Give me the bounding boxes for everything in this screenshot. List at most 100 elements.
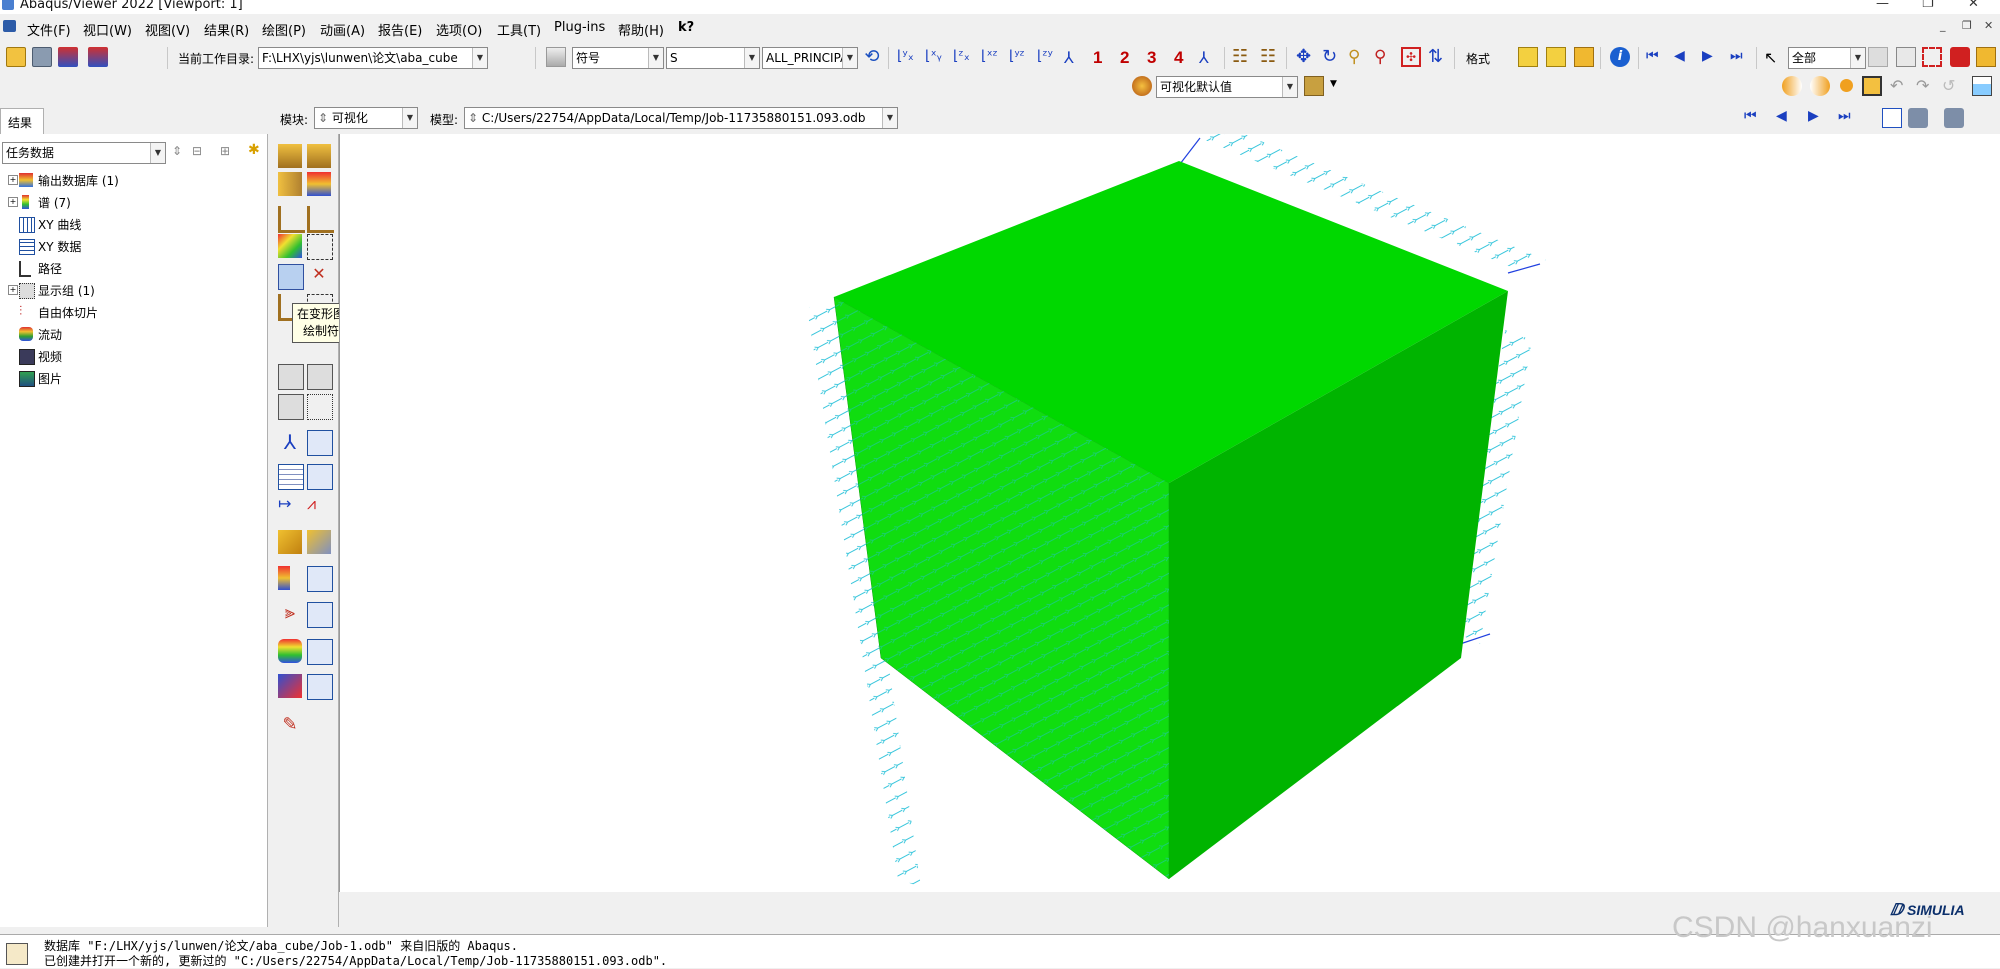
undo-icon[interactable]: ↶ <box>1890 76 1910 96</box>
expand-icon[interactable]: + <box>8 285 18 295</box>
overlay-2-icon[interactable] <box>1810 76 1830 96</box>
symbol-options-icon[interactable] <box>307 234 333 260</box>
model-combo[interactable]: ⇕ C:/Users/22754/AppData/Local/Temp/Job-… <box>464 107 898 129</box>
view-xy-icon[interactable]: ⌊ʸₓ <box>897 48 917 68</box>
plot-symbols-undeformed-icon[interactable] <box>307 206 334 233</box>
field-output-icon[interactable] <box>546 47 566 67</box>
module-combo[interactable]: ⇕ 可视化 ▼ <box>314 107 418 129</box>
open-icon[interactable] <box>6 47 26 67</box>
animation-options-icon[interactable] <box>307 394 333 420</box>
render-style-1-icon[interactable] <box>1518 47 1538 67</box>
plot-contours-undeformed-icon[interactable] <box>278 172 302 196</box>
print-icon[interactable] <box>32 47 52 67</box>
plot-contours-deformed-icon[interactable] <box>307 172 331 196</box>
object-display-icon[interactable] <box>1304 76 1324 96</box>
stream-create-icon[interactable]: ⫸ <box>278 602 302 626</box>
ctx-last-frame-icon[interactable]: ⏭ <box>1838 108 1858 128</box>
mdi-restore-icon[interactable]: ❐ <box>1962 19 1972 32</box>
view-1-button[interactable]: 1 <box>1093 48 1102 68</box>
filter-icon[interactable]: ⊞ <box>220 144 230 158</box>
plot-undeformed-icon[interactable] <box>278 144 302 168</box>
cancel-icon[interactable]: ↺ <box>1942 76 1962 96</box>
mdi-minimize-icon[interactable]: _ <box>1940 19 1946 32</box>
menu-result[interactable]: 结果(R) <box>204 20 249 39</box>
chevron-down-icon[interactable]: ▼ <box>882 108 897 128</box>
view-cut-icon[interactable]: ⅄ <box>278 430 302 454</box>
menu-view[interactable]: 视图(V) <box>145 20 190 39</box>
display-all-combo[interactable]: 全部 ▼ <box>1788 47 1866 69</box>
animate-time-icon[interactable] <box>278 394 304 420</box>
ladder-icon[interactable]: ☷ <box>1232 48 1252 68</box>
close-icon[interactable]: ✕ <box>1968 0 1979 11</box>
workdir-combo[interactable]: F:\LHX\yjs\lunwen\论文\aba_cube ▼ <box>258 47 488 69</box>
transform-icon[interactable] <box>278 674 302 698</box>
stream-tube-manager-icon[interactable] <box>307 639 333 665</box>
view-iso-icon[interactable]: ⅄ <box>1064 48 1084 68</box>
path-create-icon[interactable]: ↦ <box>278 494 302 518</box>
viewport-canvas[interactable] <box>339 124 2000 892</box>
pan-icon[interactable]: ✥ <box>1296 47 1316 67</box>
menu-file[interactable]: 文件(F) <box>27 20 71 39</box>
viewport-tile-icon[interactable] <box>1882 108 1902 128</box>
stream-tube-icon[interactable] <box>278 639 302 663</box>
view-zx-icon[interactable]: ⌊ᶻₓ <box>953 48 973 68</box>
transform-manager-icon[interactable] <box>307 674 333 700</box>
menu-help[interactable]: 帮助(H) <box>618 20 664 39</box>
viz-defaults-combo[interactable]: 可视化默认值 ▼ <box>1156 76 1298 98</box>
render-style-2-icon[interactable] <box>1546 47 1566 67</box>
first-frame-icon[interactable]: ⏮ <box>1646 48 1666 68</box>
menu-viewport[interactable]: 视口(W) <box>83 20 132 39</box>
view-3-button[interactable]: 3 <box>1147 48 1156 68</box>
path-manager-icon[interactable]: ⩘ <box>307 494 331 518</box>
redo-icon[interactable]: ↷ <box>1916 76 1936 96</box>
chevron-down-icon[interactable]: ▼ <box>648 48 663 68</box>
animate-harmonic-icon[interactable] <box>307 364 333 390</box>
plot-contours-both-icon[interactable] <box>278 206 305 233</box>
replace-icon[interactable] <box>1922 47 1942 67</box>
free-body-manager-icon[interactable] <box>307 566 333 592</box>
overlay-1-icon[interactable] <box>1782 76 1802 96</box>
view-cut-manager-icon[interactable] <box>307 430 333 456</box>
ctx-first-frame-icon[interactable]: ⏮ <box>1744 108 1764 128</box>
display-group-manager-icon[interactable] <box>307 530 331 554</box>
rotate-icon[interactable]: ↻ <box>1322 47 1342 67</box>
magnify-icon[interactable]: ⚲ <box>1348 47 1368 67</box>
ladder2-icon[interactable]: ☷ <box>1260 48 1280 68</box>
view-yz-icon[interactable]: ⌊ʸᶻ <box>1009 48 1029 68</box>
xy-data-create-icon[interactable] <box>278 464 304 490</box>
view-yx-icon[interactable]: ⌊ˣᵧ <box>925 48 945 68</box>
restore-icon[interactable]: ❐ <box>1922 0 1934 11</box>
viewport-icon[interactable] <box>1972 76 1992 96</box>
stream-manager-icon[interactable] <box>307 602 333 628</box>
tree-filter-combo[interactable]: 任务数据 ▼ <box>2 142 166 164</box>
prev-frame-icon[interactable]: ◀ <box>1674 48 1694 68</box>
collapse-icon[interactable]: ⊟ <box>192 144 202 158</box>
chevron-down-icon[interactable]: ▼ <box>1330 79 1337 89</box>
palette-icon[interactable] <box>1132 76 1152 96</box>
view-zy-icon[interactable]: ⌊ᶻʸ <box>1037 48 1057 68</box>
ctx-prev-frame-icon[interactable]: ◀ <box>1776 108 1796 128</box>
system-menu-icon[interactable] <box>3 20 16 32</box>
sort-icon[interactable]: ⇕ <box>172 144 182 158</box>
cycle-views-icon[interactable]: ⇅ <box>1428 47 1448 67</box>
variable-combo[interactable]: S ▼ <box>666 47 760 69</box>
expand-icon[interactable]: + <box>8 175 18 185</box>
menu-options[interactable]: 选项(O) <box>436 20 482 39</box>
minimize-icon[interactable]: — <box>1876 0 1889 11</box>
copy-viewport-icon[interactable] <box>1896 47 1916 67</box>
box-zoom-icon[interactable]: ⚲ <box>1374 47 1394 67</box>
query-icon[interactable] <box>1862 76 1882 96</box>
expand-icon[interactable]: + <box>8 197 18 207</box>
overlay-3-icon[interactable] <box>1840 79 1853 92</box>
plot-deformed-icon[interactable] <box>307 144 331 168</box>
xy-data-manager-icon[interactable] <box>307 464 333 490</box>
chevron-down-icon[interactable]: ▼ <box>842 48 857 68</box>
camera2-icon[interactable] <box>1944 108 1964 128</box>
menu-animate[interactable]: 动画(A) <box>320 20 365 39</box>
menu-context-help[interactable]: k? <box>678 20 694 35</box>
menu-plugins[interactable]: Plug-ins <box>554 20 605 35</box>
mdi-close-icon[interactable]: ✕ <box>1984 19 1993 32</box>
view-4-button[interactable]: 4 <box>1174 48 1183 68</box>
remove-icon[interactable] <box>1950 47 1970 67</box>
create-display-group-icon[interactable] <box>278 530 302 554</box>
